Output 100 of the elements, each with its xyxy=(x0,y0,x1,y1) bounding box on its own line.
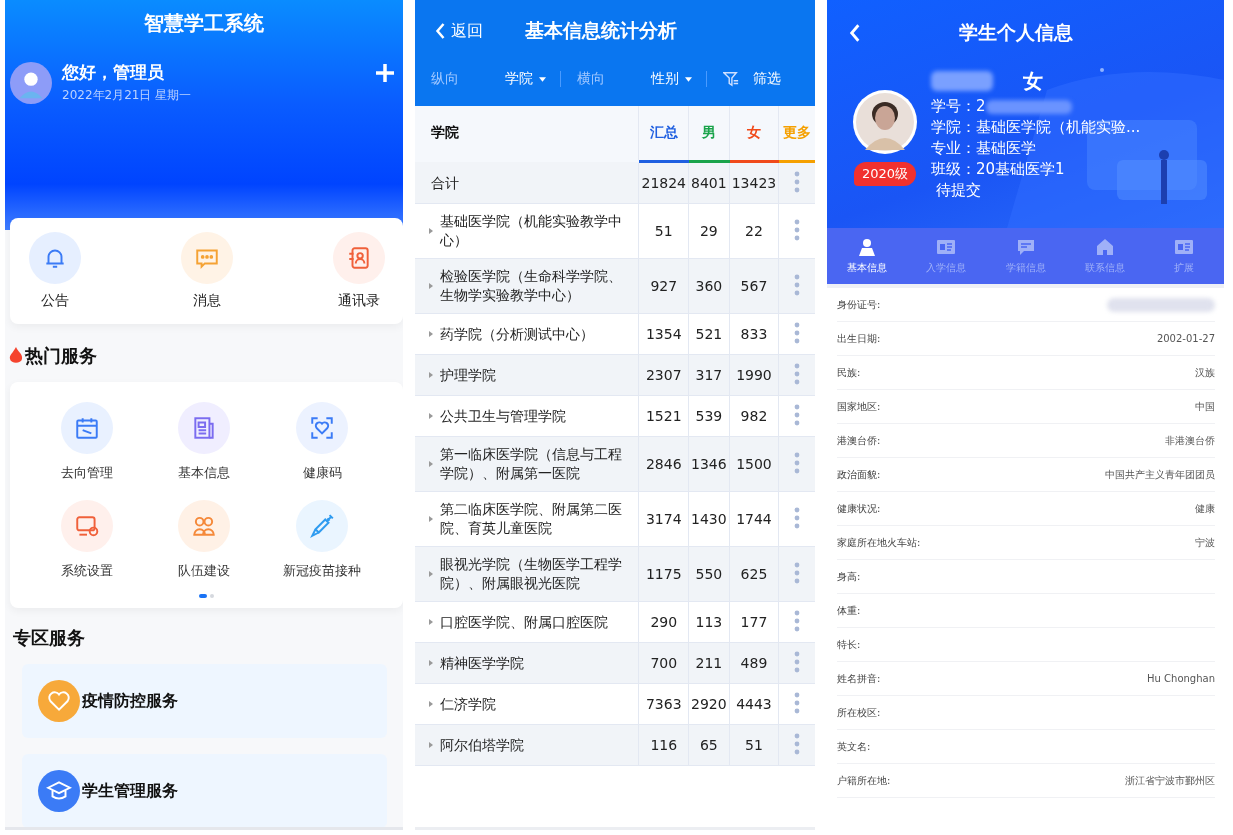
expand-caret-icon[interactable] xyxy=(429,742,433,748)
table-cell: 489 xyxy=(729,642,779,684)
column-header[interactable]: 汇总 xyxy=(639,106,689,162)
action-label[interactable]: 公告 xyxy=(41,292,69,310)
tab[interactable]: 基本信息 xyxy=(827,228,907,284)
college-name: 眼视光学院（生物医学工程学院）、附属眼视光医院 xyxy=(440,555,623,593)
college-name: 药学院（分析测试中心） xyxy=(440,324,594,344)
table-cell: 982 xyxy=(729,395,779,437)
back-icon[interactable] xyxy=(849,23,861,43)
more-icon[interactable] xyxy=(794,451,801,474)
service-label[interactable]: 系统设置 xyxy=(60,562,113,580)
more-icon[interactable] xyxy=(794,650,801,673)
student-detail: 学院：基础医学院（机能实验... xyxy=(931,117,1141,138)
expand-caret-icon[interactable] xyxy=(429,372,433,378)
table-cell: 833 xyxy=(729,313,779,355)
table-cell: 1744 xyxy=(729,491,779,547)
caret-icon xyxy=(685,76,692,82)
field-label: 身份证号: xyxy=(837,297,881,312)
action-label[interactable]: 通讯录 xyxy=(338,292,380,310)
expand-caret-icon[interactable] xyxy=(429,413,433,419)
table-cell: 1990 xyxy=(729,354,779,396)
field-value: 中国 xyxy=(1195,399,1215,414)
person-icon xyxy=(856,237,877,257)
filter-icon[interactable] xyxy=(723,71,739,87)
axis-label: 纵向 xyxy=(431,70,460,88)
expand-caret-icon[interactable] xyxy=(429,228,433,234)
expand-caret-icon[interactable] xyxy=(429,461,433,467)
service-label[interactable]: 基本信息 xyxy=(178,464,231,482)
service-card[interactable]: 学生管理服务 xyxy=(22,754,387,827)
chevron-left-icon xyxy=(435,22,446,40)
expand-caret-icon[interactable] xyxy=(429,701,433,707)
page-title: 基本信息统计分析 xyxy=(525,18,677,43)
more-icon[interactable] xyxy=(794,218,801,241)
expand-caret-icon[interactable] xyxy=(429,283,433,289)
heart-scan-icon[interactable] xyxy=(309,415,336,441)
chat-icon xyxy=(1015,237,1036,257)
settings-icon[interactable] xyxy=(73,513,100,539)
field-label: 民族: xyxy=(837,365,861,380)
college-name: 公共卫生与管理学院 xyxy=(440,406,566,426)
more-icon[interactable] xyxy=(794,170,801,193)
service-label[interactable]: 队伍建设 xyxy=(178,562,231,580)
table-cell: 51 xyxy=(729,724,779,766)
service-label[interactable]: 健康码 xyxy=(302,464,342,482)
calendar-icon[interactable] xyxy=(73,415,100,441)
add-icon[interactable] xyxy=(375,63,395,83)
page-title: 学生个人信息 xyxy=(959,20,1073,45)
table-cell: 4443 xyxy=(729,683,779,725)
expand-caret-icon[interactable] xyxy=(429,660,433,666)
action-label[interactable]: 消息 xyxy=(193,292,221,310)
more-icon[interactable] xyxy=(794,362,801,385)
student-detail: 班级：20基础医学1 xyxy=(931,159,1065,180)
syringe-icon[interactable] xyxy=(309,513,336,539)
service-label[interactable]: 新冠疫苗接种 xyxy=(283,562,362,580)
table-cell: 1354 xyxy=(639,313,689,355)
college-name: 护理学院 xyxy=(440,365,496,385)
expand-caret-icon[interactable] xyxy=(429,571,433,577)
table-cell: 21824 xyxy=(639,161,689,204)
status-text: 待提交 xyxy=(935,180,982,201)
expand-caret-icon[interactable] xyxy=(429,516,433,522)
more-icon[interactable] xyxy=(794,732,801,755)
table-cell: 116 xyxy=(639,724,689,766)
filter-button[interactable]: 筛选 xyxy=(753,70,781,88)
back-button[interactable]: 返回 xyxy=(435,20,483,42)
more-icon[interactable] xyxy=(794,561,801,584)
service-card[interactable]: 疫情防控服务 xyxy=(22,664,387,738)
table-cell: 7363 xyxy=(639,683,689,725)
college-name: 阿尔伯塔学院 xyxy=(440,735,524,755)
field-label: 姓名拼音: xyxy=(837,671,881,686)
table-cell: 51 xyxy=(639,203,689,259)
greeting: 您好，管理员 xyxy=(62,61,165,84)
column-header[interactable]: 女 xyxy=(729,106,779,162)
table-cell: 13423 xyxy=(729,161,779,204)
field-label: 港澳台侨: xyxy=(837,433,881,448)
table-cell: 8401 xyxy=(688,161,730,204)
column-header[interactable]: 男 xyxy=(688,106,730,162)
service-label[interactable]: 去向管理 xyxy=(60,464,113,482)
more-icon[interactable] xyxy=(794,506,801,529)
table-cell: 1346 xyxy=(688,436,730,492)
table-cell: 211 xyxy=(688,642,730,684)
service-label: 学生管理服务 xyxy=(82,780,178,802)
table-cell: 927 xyxy=(639,258,689,314)
more-icon[interactable] xyxy=(794,321,801,344)
field-value: 2002-01-27 xyxy=(1156,333,1215,344)
table-cell: 2307 xyxy=(639,354,689,396)
field-label: 身高: xyxy=(837,569,861,584)
page-dot[interactable] xyxy=(210,594,214,598)
expand-caret-icon[interactable] xyxy=(429,331,433,337)
house-icon xyxy=(1094,237,1115,257)
contacts-icon[interactable] xyxy=(346,245,372,271)
axis-dropdown[interactable]: 学院 xyxy=(491,70,560,88)
expand-caret-icon[interactable] xyxy=(429,619,433,625)
axis-dropdown[interactable]: 性别 xyxy=(637,70,706,88)
caret-icon xyxy=(539,76,546,82)
table-cell: 1430 xyxy=(688,491,730,547)
more-icon[interactable] xyxy=(794,273,801,296)
column-header[interactable]: 学院 xyxy=(415,106,639,162)
more-icon[interactable] xyxy=(794,609,801,632)
more-icon[interactable] xyxy=(794,403,801,426)
field-label: 所在校区: xyxy=(837,705,881,720)
more-icon[interactable] xyxy=(794,691,801,714)
